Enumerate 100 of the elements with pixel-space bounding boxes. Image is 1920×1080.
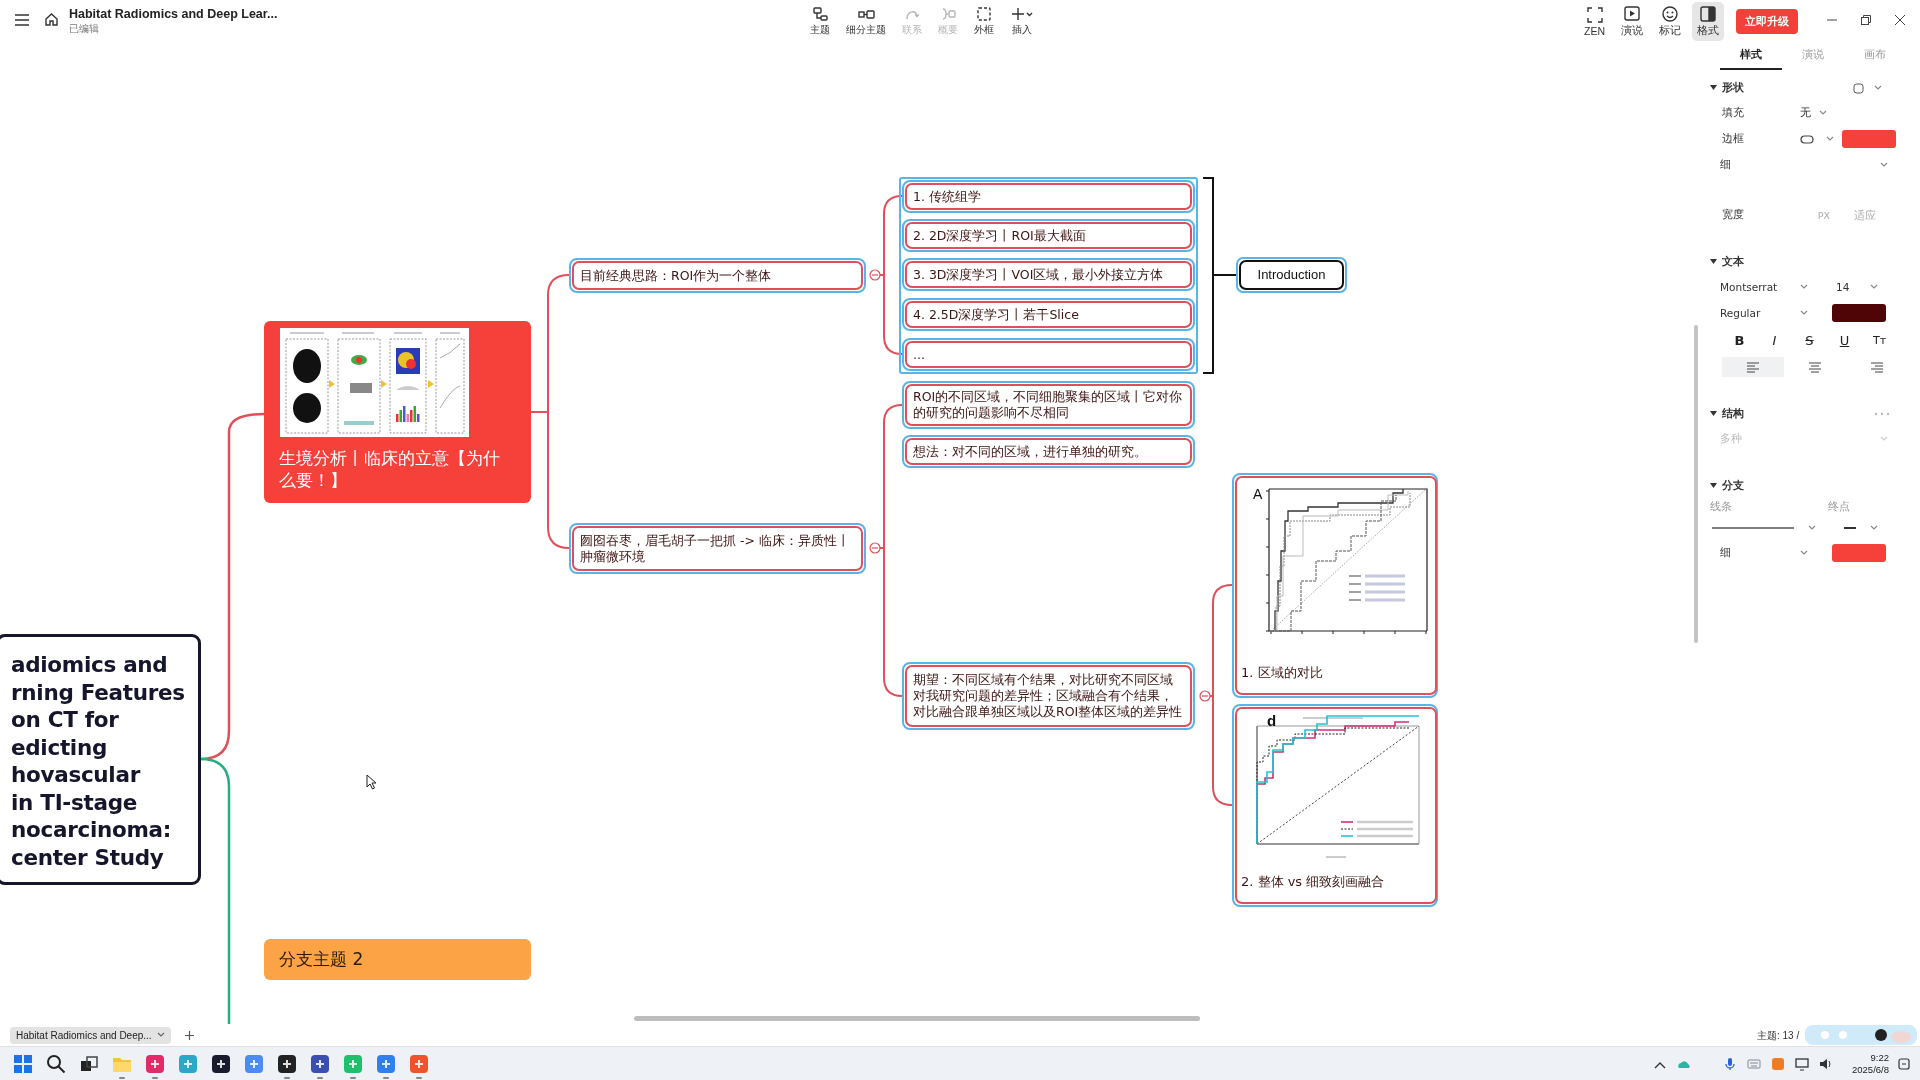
text-style-button[interactable]: I [1757,330,1792,350]
view-button[interactable]: 标记 [1654,1,1686,41]
section-title: 形状 [1722,81,1744,95]
add-sheet-icon[interactable] [184,1030,194,1040]
restore-icon [1860,13,1872,26]
panel-label: d [1267,713,1277,729]
dropdown[interactable]: 细 [1712,542,1816,564]
caret-icon [1874,85,1882,91]
topic-node[interactable]: 想法：对不同的区域，进行单独的研究。 [902,435,1195,468]
play-icon [1623,4,1641,23]
width-value: 适应 [1853,207,1877,223]
expand-arrow-icon[interactable] [1710,85,1717,91]
topic-count: 主题: 13 / [1757,1029,1800,1043]
panel-icon [1699,4,1717,23]
expand-arrow-icon[interactable] [1710,483,1717,489]
dropdown[interactable]: 无 [1792,102,1842,124]
clock-time: 9:22 [1870,1052,1889,1064]
topic-node[interactable]: 目前经典思路：ROI作为一个整体 [569,258,866,293]
microphone-icon[interactable] [1722,1056,1738,1072]
topic-node[interactable]: 期望：不同区域有个结果，对比研究不同区域对我研究问题的差异性；区域融合有个结果，对比融合跟单独区域以及ROI整体区域的差异性 [902,662,1195,730]
monitor-icon[interactable] [1794,1056,1810,1072]
text-style-button[interactable]: B [1722,330,1757,350]
speaker-icon[interactable] [1818,1056,1834,1072]
toolbar-button[interactable]: 外框 [970,2,998,40]
topic-node[interactable]: ROI的不同区域，不同细胞聚集的区域丨它对你的研究的问题影响不尽相同 [902,381,1195,429]
field-label: 填充 [1722,106,1745,120]
dashed-frame-icon [975,5,993,22]
menu-icon [14,12,30,27]
align-button[interactable] [1722,357,1784,377]
topic-node[interactable]: 3. 3D深度学习丨VOI区域，最小外接立方体 [902,258,1195,291]
text-style-button[interactable]: Tт [1862,331,1897,349]
topic-node[interactable]: 2. 2D深度学习丨ROI最大截面 [902,219,1195,252]
app-icon[interactable] [1770,1056,1786,1072]
topic-node[interactable]: 囫囵吞枣，眉毛胡子一把抓 -> 临床：异质性丨肿瘤微环境 [569,523,866,574]
text-style-button[interactable]: S [1792,330,1827,350]
expand-arrow-icon[interactable] [1710,411,1717,417]
collapse-toggle[interactable] [869,542,881,554]
topic-node[interactable]: ... [902,338,1195,371]
plus-icon [1010,5,1033,22]
root-topic[interactable]: adiomics and rning Features on CT for edicting hovascular in TI-stage nocarcinoma: center Study [0,634,201,885]
toolbar-button[interactable]: 插入 [1006,2,1037,40]
expand-arrow-icon[interactable] [1710,259,1717,265]
rounded-rect-icon [1800,134,1814,144]
figure-caption: 1. 区域的对比 [1241,665,1324,681]
figure-node[interactable]: A 1. 区域的对比 [1232,473,1438,698]
collapse-toggle[interactable] [1199,690,1211,702]
dropdown[interactable]: Montserrat [1712,276,1816,298]
view-button[interactable]: 格式 [1692,1,1724,41]
caret-icon [1808,525,1816,531]
vertical-scrollbar[interactable] [1694,325,1698,643]
windows-icon [13,1053,33,1074]
color-swatch[interactable] [1842,130,1896,148]
topic-icon [811,5,829,22]
notification-icon[interactable] [1897,1057,1911,1071]
floating-widget[interactable] [1805,1025,1917,1045]
smiley-icon [1661,4,1679,23]
fullscreen-icon [1585,5,1604,24]
caret-icon [1819,110,1827,116]
toolbar-button[interactable]: 主题 [806,2,834,40]
collapse-toggle[interactable] [869,269,881,281]
summary-node[interactable]: Introduction [1236,257,1347,293]
horizontal-scrollbar[interactable] [634,1016,1200,1021]
figure-caption: 2. 整体 vs 细致刻画融合 [1241,874,1386,890]
line-icon [1712,527,1794,529]
dropdown[interactable]: Regular [1712,302,1816,324]
line-end-icon [1844,527,1856,529]
section-title: 分支 [1722,479,1744,493]
caret-icon [1880,436,1888,442]
rounded-square-icon [1853,82,1864,94]
sheet-tab[interactable]: Habitat Radiomics and Deep... [10,1026,171,1044]
field-label: 线条 [1710,500,1732,514]
save-status: 已编辑 [69,22,100,36]
topic-node[interactable]: 分支主题 2 [264,939,531,980]
panel-label: A [1253,486,1263,502]
dropdown[interactable]: 细 [1712,154,1896,176]
clock-date: 2025/6/8 [1852,1064,1889,1076]
figure-node[interactable]: d 2. 整体 vs 细致刻画融合 [1232,704,1438,907]
windows-stack-icon [79,1053,99,1074]
topic-node[interactable]: 1. 传统组学 [902,180,1195,213]
topic-node[interactable]: 4. 2.5D深度学习丨若干Slice [902,298,1195,331]
caret-icon [1826,136,1834,142]
caret-icon [1800,550,1808,556]
upgrade-button[interactable]: 立即升级 [1736,8,1798,34]
topic-card[interactable]: 生境分析丨临床的立意【为什么要！】 [264,321,531,503]
section-title: 文本 [1722,255,1744,269]
search-icon [46,1053,66,1074]
color-swatch[interactable] [1832,304,1886,322]
unit-label: PX [1816,209,1831,221]
dropdown[interactable]: 14 [1828,276,1886,298]
color-swatch[interactable] [1832,544,1886,562]
view-button[interactable]: ZEN [1579,2,1610,40]
text-style-button[interactable]: U [1827,330,1862,350]
panel-tab[interactable]: 样式 [1720,42,1782,70]
caret-icon [1800,284,1808,290]
view-button[interactable]: 演说 [1616,1,1648,41]
close-icon [1894,13,1906,26]
caret-icon [156,1032,165,1038]
topic-title: 生境分析丨临床的立意【为什么要！】 [278,447,501,491]
toolbar-button[interactable]: 细分主题 [842,2,890,40]
caret-icon [1800,310,1808,316]
